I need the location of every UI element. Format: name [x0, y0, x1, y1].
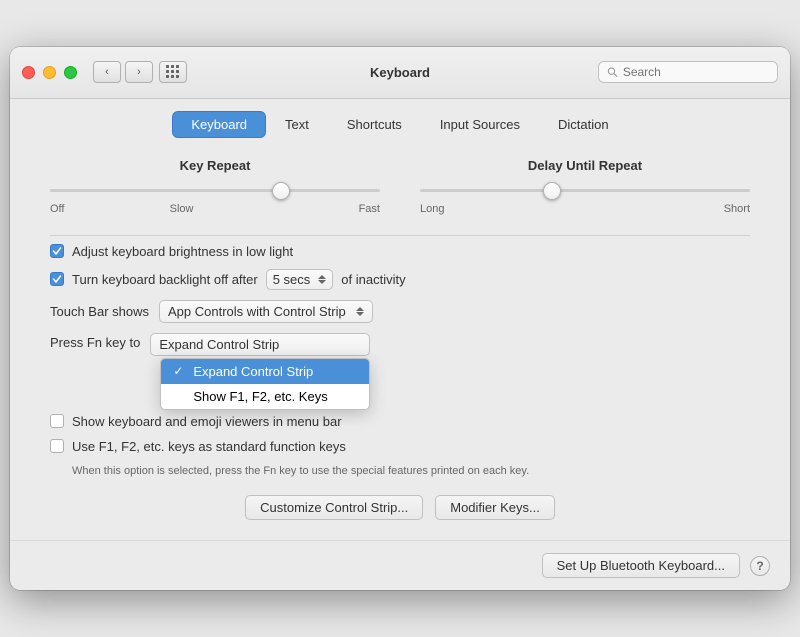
grid-icon: [166, 65, 180, 79]
close-button[interactable]: [22, 66, 35, 79]
maximize-button[interactable]: [64, 66, 77, 79]
bluetooth-button[interactable]: Set Up Bluetooth Keyboard...: [542, 553, 740, 578]
grid-button[interactable]: [159, 61, 187, 83]
help-button[interactable]: ?: [750, 556, 770, 576]
backlight-label-prefix: Turn keyboard backlight off after: [72, 272, 258, 287]
bottom-buttons: Customize Control Strip... Modifier Keys…: [50, 495, 750, 520]
function-keys-checkbox[interactable]: [50, 439, 64, 453]
customize-button[interactable]: Customize Control Strip...: [245, 495, 423, 520]
tab-dictation[interactable]: Dictation: [539, 111, 628, 138]
search-input[interactable]: [623, 65, 769, 79]
brightness-label: Adjust keyboard brightness in low light: [72, 244, 293, 259]
traffic-lights: [22, 66, 77, 79]
touchbar-dropdown-arrow: [356, 307, 364, 316]
backlight-checkbox[interactable]: [50, 272, 64, 286]
touchbar-dropdown[interactable]: App Controls with Control Strip: [159, 300, 373, 323]
search-icon: [607, 66, 618, 78]
fn-key-dropdown-area: Expand Control Strip ✓ Expand Control St…: [150, 333, 370, 410]
brightness-row: Adjust keyboard brightness in low light: [50, 244, 750, 259]
tab-text[interactable]: Text: [266, 111, 328, 138]
brightness-checkbox[interactable]: [50, 244, 64, 258]
fn-key-value: Expand Control Strip: [159, 337, 279, 352]
tab-keyboard[interactable]: Keyboard: [172, 111, 266, 138]
key-repeat-labels: Off Slow Fast: [50, 203, 380, 215]
delay-repeat-labels: Long Short: [420, 203, 750, 215]
delay-repeat-group: Delay Until Repeat Long Short: [420, 158, 750, 215]
tabbar: Keyboard Text Shortcuts Input Sources Di…: [10, 99, 790, 138]
search-box[interactable]: [598, 61, 778, 83]
titlebar: ‹ › Keyboard: [10, 47, 790, 99]
tab-input-sources[interactable]: Input Sources: [421, 111, 539, 138]
function-keys-description: When this option is selected, press the …: [50, 464, 750, 479]
fn-menu-item-1[interactable]: Show F1, F2, etc. Keys: [161, 384, 369, 409]
function-keys-label: Use F1, F2, etc. keys as standard functi…: [72, 439, 346, 454]
key-repeat-label: Key Repeat: [180, 158, 251, 173]
fn-key-row: Press Fn key to Expand Control Strip ✓ E…: [50, 333, 750, 410]
key-repeat-slider[interactable]: [50, 181, 380, 201]
footer: Set Up Bluetooth Keyboard... ?: [10, 540, 790, 590]
backlight-label-suffix: of inactivity: [341, 272, 405, 287]
fn-key-label: Press Fn key to: [50, 333, 140, 350]
checkmark-icon: ✓: [173, 364, 187, 378]
back-button[interactable]: ‹: [93, 61, 121, 83]
function-keys-block: Use F1, F2, etc. keys as standard functi…: [50, 439, 750, 479]
nav-buttons: ‹ ›: [93, 61, 153, 83]
fn-key-popup-menu: ✓ Expand Control Strip Show F1, F2, etc.…: [160, 358, 370, 410]
delay-repeat-slider[interactable]: [420, 181, 750, 201]
keyboard-preferences-window: ‹ › Keyboard Keyboard Text Shortcuts Inp…: [10, 47, 790, 590]
fn-menu-item-1-label: Show F1, F2, etc. Keys: [193, 389, 327, 404]
touchbar-label: Touch Bar shows: [50, 304, 149, 319]
emoji-viewer-label: Show keyboard and emoji viewers in menu …: [72, 414, 342, 429]
backlight-time-value: 5 secs: [273, 272, 311, 287]
key-repeat-group: Key Repeat Off Slow Fast: [50, 158, 380, 215]
backlight-row: Turn keyboard backlight off after 5 secs…: [50, 269, 750, 290]
backlight-dropdown-arrow: [318, 275, 326, 284]
no-checkmark: [173, 389, 187, 403]
touchbar-row: Touch Bar shows App Controls with Contro…: [50, 300, 750, 323]
forward-button[interactable]: ›: [125, 61, 153, 83]
touchbar-value: App Controls with Control Strip: [168, 304, 346, 319]
tab-shortcuts[interactable]: Shortcuts: [328, 111, 421, 138]
modifier-keys-button[interactable]: Modifier Keys...: [435, 495, 555, 520]
backlight-time-dropdown[interactable]: 5 secs: [266, 269, 334, 290]
emoji-viewer-checkbox[interactable]: [50, 414, 64, 428]
sliders-row: Key Repeat Off Slow Fast Delay Until Rep…: [50, 158, 750, 215]
content-area: Key Repeat Off Slow Fast Delay Until Rep…: [10, 138, 790, 540]
emoji-viewer-row: Show keyboard and emoji viewers in menu …: [50, 414, 750, 429]
delay-repeat-label: Delay Until Repeat: [528, 158, 642, 173]
function-keys-row: Use F1, F2, etc. keys as standard functi…: [50, 439, 750, 454]
minimize-button[interactable]: [43, 66, 56, 79]
separator-1: [50, 235, 750, 236]
fn-key-dropdown[interactable]: Expand Control Strip: [150, 333, 370, 356]
window-title: Keyboard: [370, 65, 430, 80]
fn-menu-item-0-label: Expand Control Strip: [193, 364, 313, 379]
fn-menu-item-0[interactable]: ✓ Expand Control Strip: [161, 359, 369, 384]
